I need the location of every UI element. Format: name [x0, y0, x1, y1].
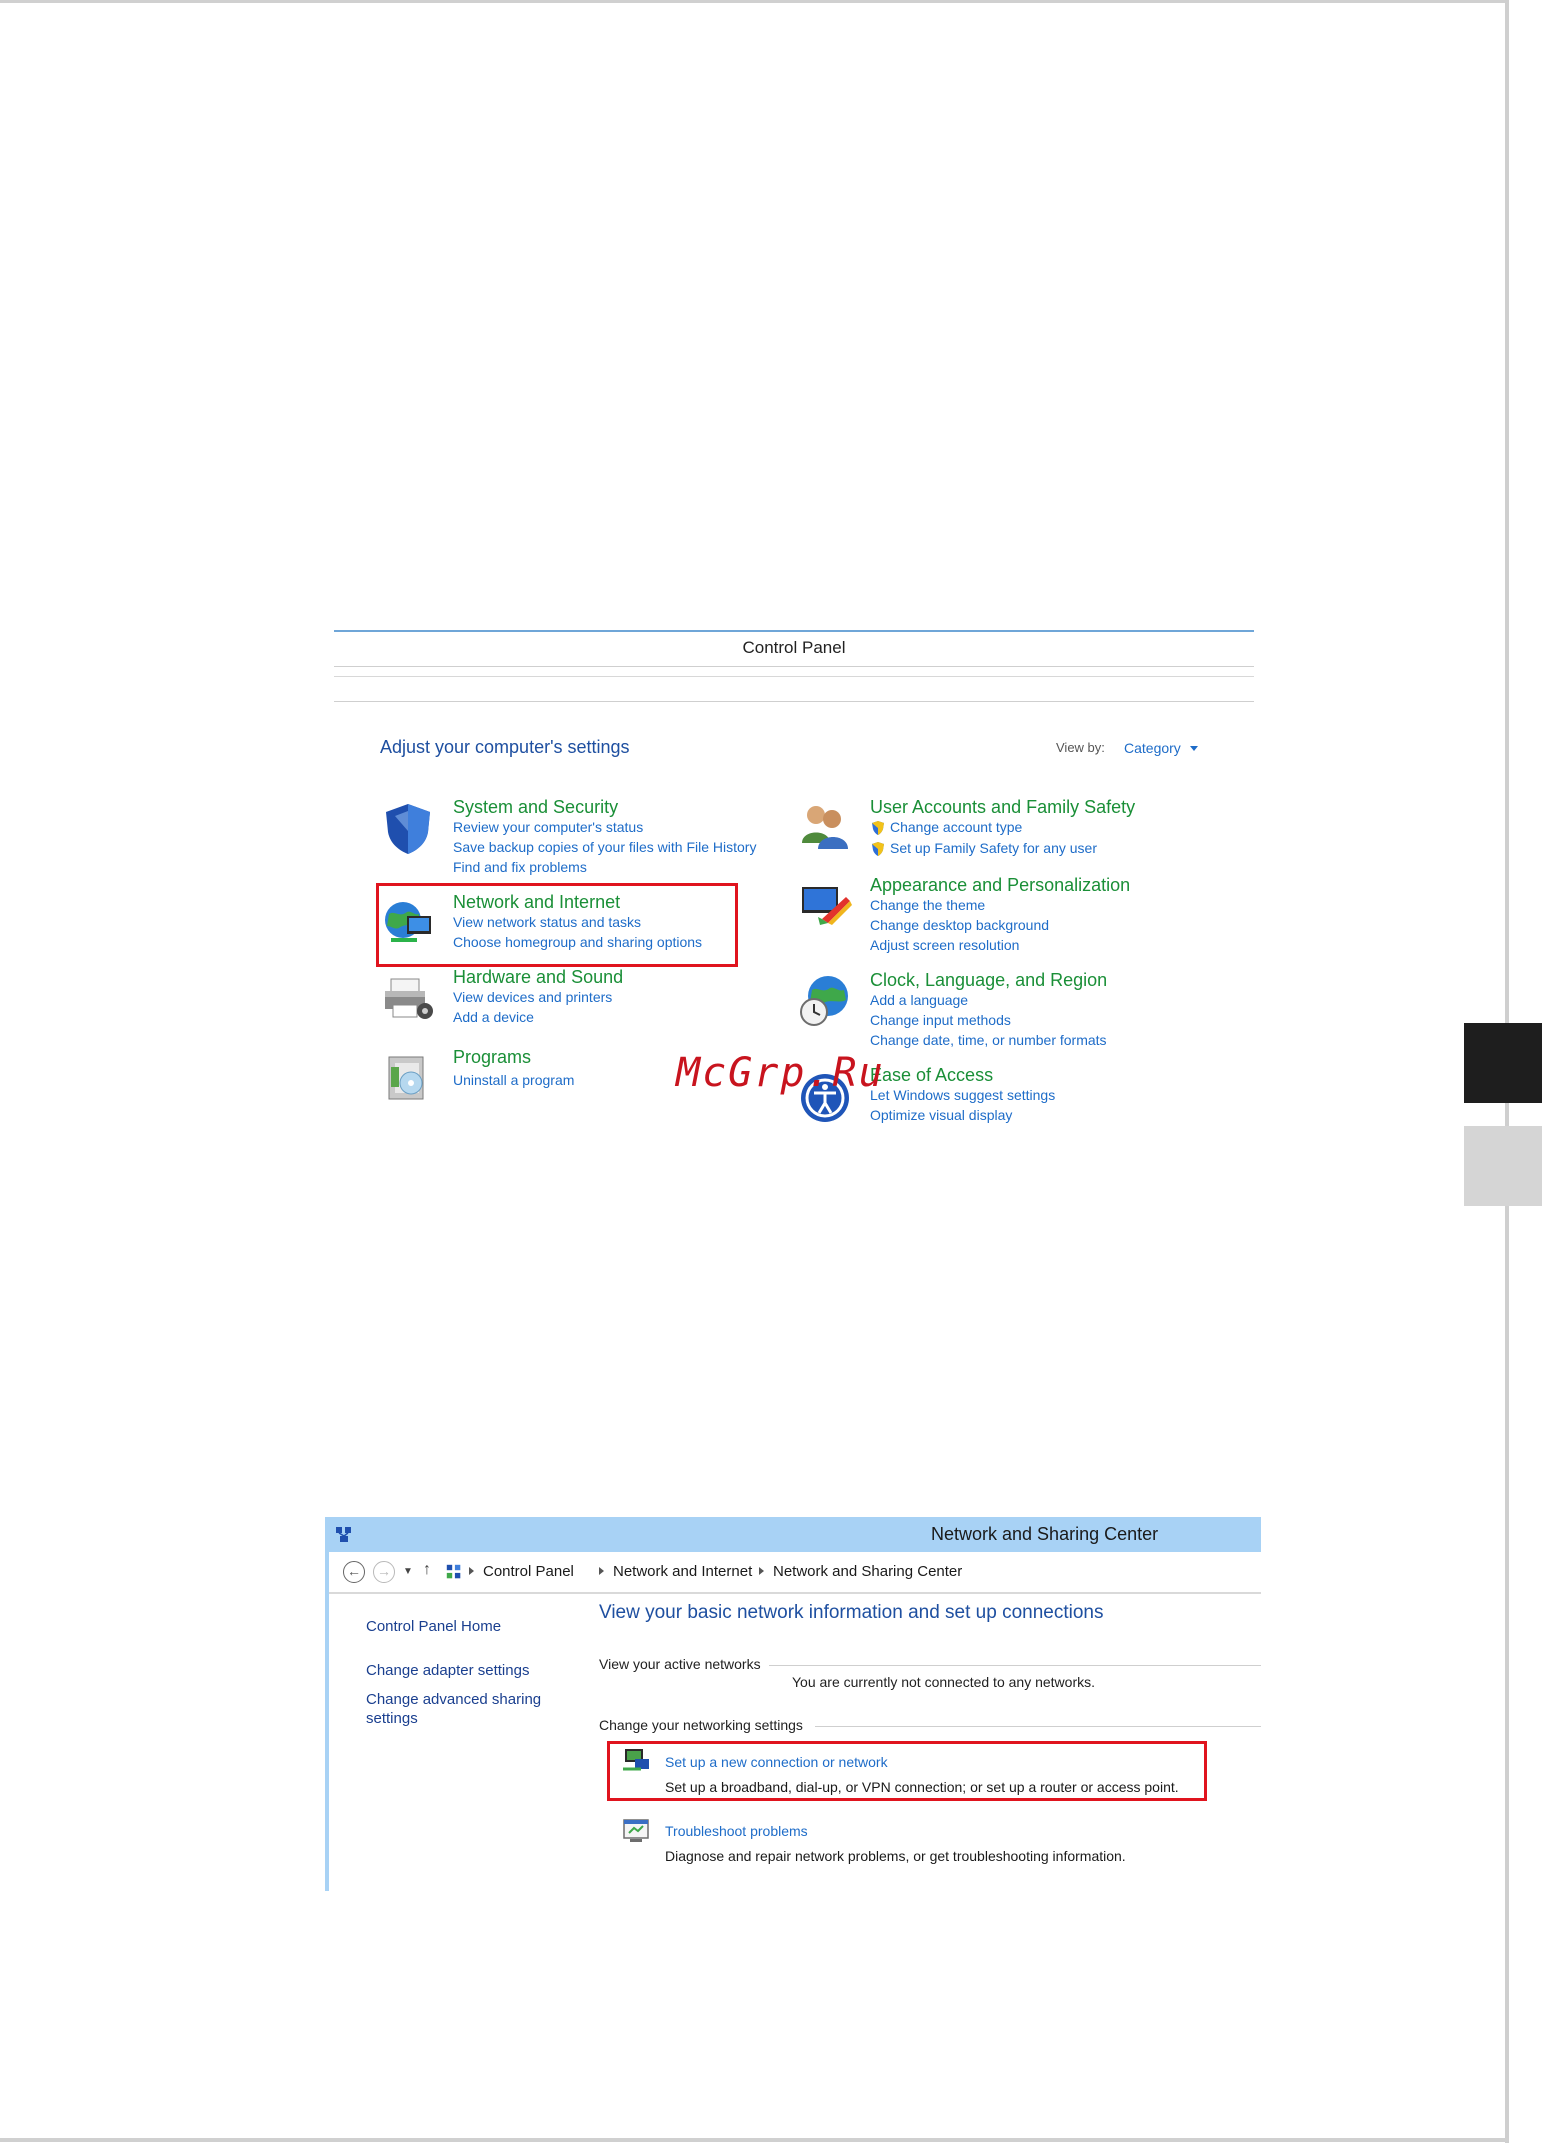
- change-adapter-settings-link[interactable]: Change adapter settings: [366, 1662, 529, 1679]
- category-link[interactable]: Change the theme: [870, 897, 985, 913]
- category-link[interactable]: Change input methods: [870, 1012, 1011, 1028]
- chapter-tab-dark: [1464, 1023, 1542, 1103]
- chapter-tab-light: [1464, 1126, 1542, 1206]
- monitor-paint-icon: [802, 887, 852, 925]
- category-title[interactable]: Programs: [453, 1047, 531, 1068]
- main-heading: View your basic network information and …: [599, 1602, 1104, 1623]
- divider: [334, 666, 1254, 667]
- window-top-line: [334, 630, 1254, 632]
- breadcrumb-item[interactable]: Control Panel: [483, 1563, 574, 1580]
- window-left-edge: [325, 1552, 329, 1891]
- category-link[interactable]: Review your computer's status: [453, 819, 643, 835]
- troubleshoot-icon: [623, 1819, 649, 1842]
- page-border-top: [0, 0, 1508, 3]
- control-panel-home-link[interactable]: Control Panel Home: [366, 1618, 501, 1635]
- window-title: Network and Sharing Center: [931, 1524, 1159, 1544]
- control-panel-icon: [446, 1564, 461, 1579]
- category-link[interactable]: Change date, time, or number formats: [870, 1032, 1107, 1048]
- page-heading: Adjust your computer's settings: [380, 737, 630, 757]
- highlight-network-internet: [376, 883, 738, 967]
- category-title[interactable]: User Accounts and Family Safety: [870, 797, 1135, 818]
- watermark: McGrp.Ru: [676, 1050, 885, 1096]
- recent-dropdown-icon[interactable]: ▼: [403, 1566, 413, 1577]
- breadcrumb-separator[interactable]: [759, 1567, 764, 1575]
- category-link[interactable]: View devices and printers: [453, 989, 612, 1005]
- category-title[interactable]: Appearance and Personalization: [870, 875, 1130, 896]
- programs-icon: [388, 1056, 424, 1100]
- highlight-setup-connection: [607, 1741, 1207, 1801]
- chevron-down-icon[interactable]: [1190, 746, 1198, 751]
- window-title: Control Panel: [742, 638, 846, 657]
- troubleshoot-problems-link[interactable]: Troubleshoot problems: [665, 1823, 808, 1839]
- category-title[interactable]: System and Security: [453, 797, 618, 818]
- breadcrumb-separator[interactable]: [469, 1567, 474, 1575]
- category-link[interactable]: Let Windows suggest settings: [870, 1087, 1055, 1103]
- category-link[interactable]: Add a language: [870, 992, 968, 1008]
- view-by-dropdown[interactable]: Category: [1124, 740, 1181, 756]
- breadcrumb-item[interactable]: Network and Internet: [613, 1563, 752, 1580]
- network-sharing-center-window: Network and Sharing Center ← → ▼ ↑ Contr…: [325, 1517, 1261, 1891]
- category-link[interactable]: Save backup copies of your files with Fi…: [453, 839, 756, 855]
- uac-shield-icon: [872, 821, 884, 835]
- category-link[interactable]: Set up Family Safety for any user: [890, 840, 1097, 856]
- breadcrumb-item[interactable]: Network and Sharing Center: [773, 1563, 962, 1580]
- connection-status: You are currently not connected to any n…: [792, 1674, 1095, 1690]
- category-link[interactable]: Adjust screen resolution: [870, 937, 1019, 953]
- change-advanced-sharing-link[interactable]: Change advanced sharing: [366, 1691, 541, 1708]
- page-border-bottom: [0, 2138, 1508, 2142]
- breadcrumb-separator[interactable]: [599, 1567, 604, 1575]
- uac-shield-icon: [872, 842, 884, 856]
- back-arrow-icon[interactable]: ←: [343, 1561, 365, 1583]
- active-networks-label: View your active networks: [599, 1656, 761, 1672]
- category-link[interactable]: Uninstall a program: [453, 1072, 574, 1088]
- category-title[interactable]: Hardware and Sound: [453, 967, 623, 988]
- category-link[interactable]: Add a device: [453, 1009, 534, 1025]
- address-bar-row: ← → ▼ ↑ Control Panel Network and Intern…: [329, 1552, 1261, 1594]
- divider: [815, 1726, 1261, 1727]
- divider: [334, 701, 1254, 702]
- users-icon: [802, 806, 848, 849]
- network-app-icon: [336, 1527, 351, 1542]
- category-title[interactable]: Ease of Access: [870, 1065, 993, 1086]
- category-link[interactable]: Change account type: [890, 819, 1022, 835]
- category-link[interactable]: Find and fix problems: [453, 859, 587, 875]
- change-settings-label: Change your networking settings: [599, 1717, 803, 1733]
- globe-clock-icon: [800, 976, 848, 1026]
- category-link[interactable]: Change desktop background: [870, 917, 1049, 933]
- category-title[interactable]: Clock, Language, and Region: [870, 970, 1107, 991]
- task-description: Diagnose and repair network problems, or…: [665, 1848, 1126, 1864]
- view-by-label: View by:: [1056, 740, 1105, 755]
- shield-icon: [386, 804, 430, 854]
- divider: [334, 676, 1254, 677]
- forward-arrow-icon[interactable]: →: [373, 1561, 395, 1583]
- category-link[interactable]: Optimize visual display: [870, 1107, 1012, 1123]
- up-arrow-icon[interactable]: ↑: [423, 1561, 431, 1579]
- divider: [769, 1665, 1261, 1666]
- change-advanced-sharing-link[interactable]: settings: [366, 1710, 418, 1727]
- printer-icon: [385, 978, 433, 1019]
